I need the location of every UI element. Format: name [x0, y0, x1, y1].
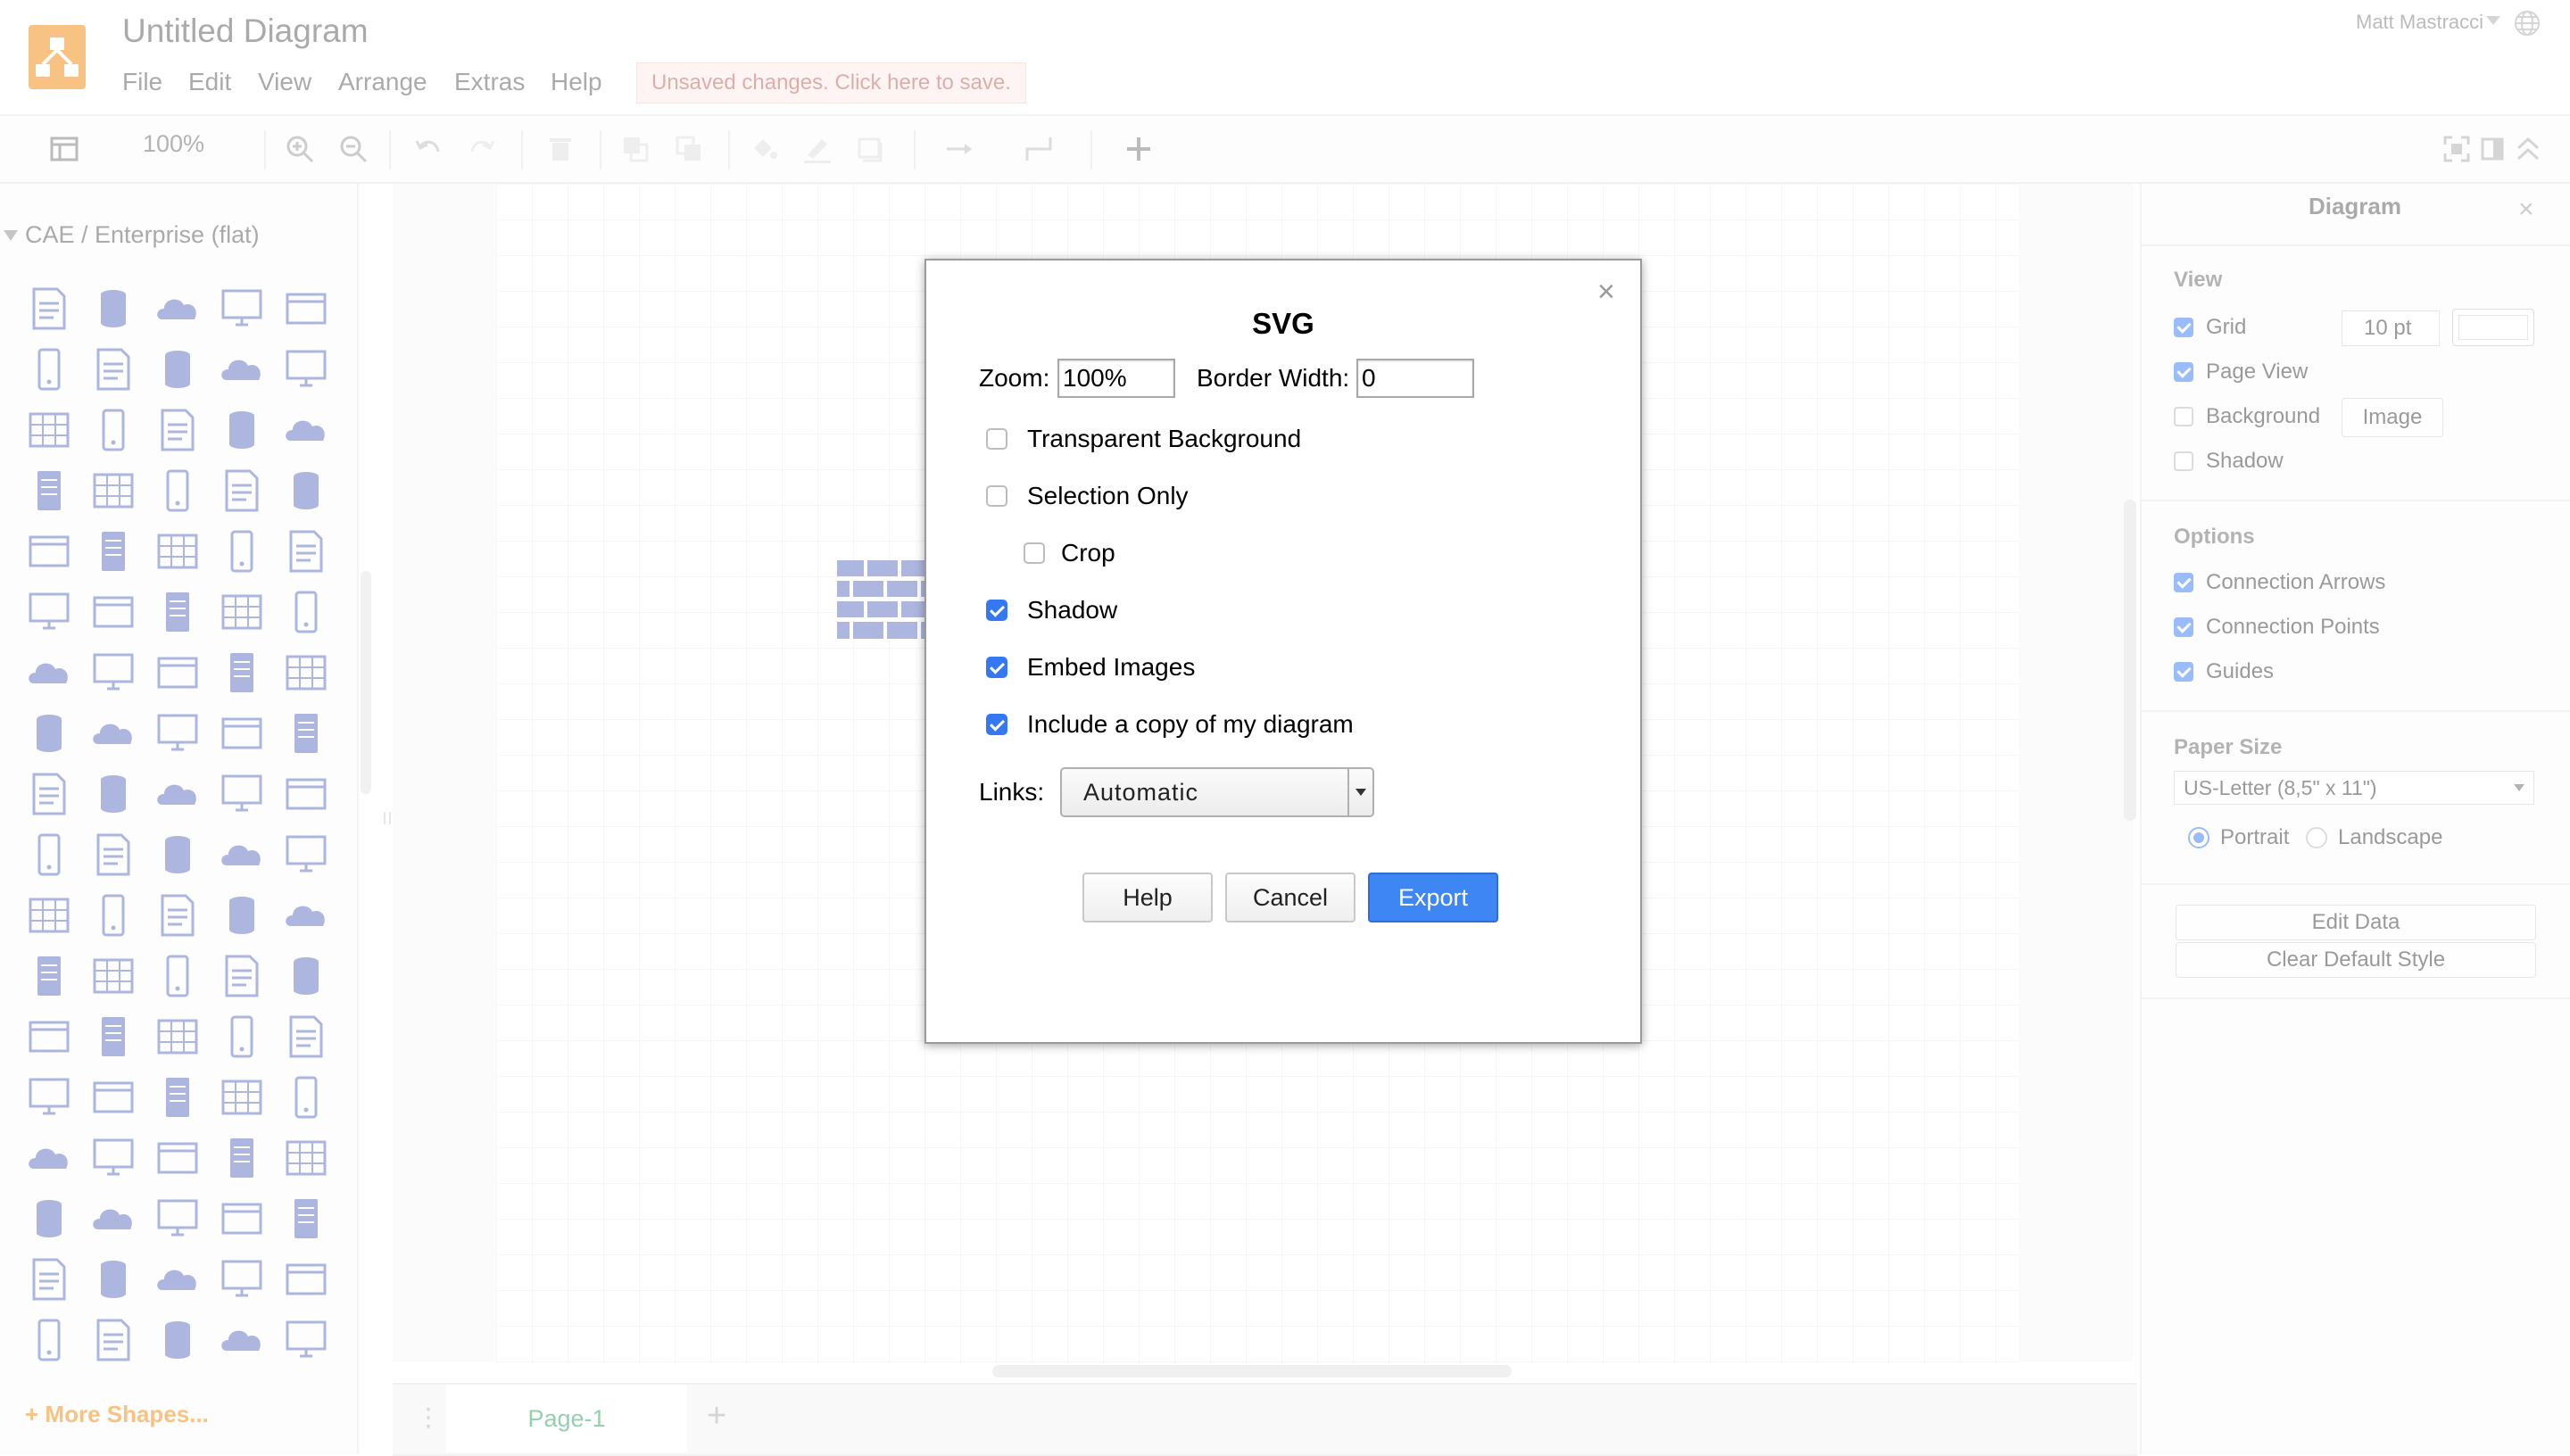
embed-images-label: Embed Images — [1027, 653, 1196, 681]
links-dropdown-chevron-icon — [1347, 769, 1372, 815]
transparent-background-checkbox[interactable] — [986, 428, 1007, 450]
links-selected-value: Automatic — [1083, 778, 1199, 806]
border-width-label: Border Width: — [1197, 364, 1350, 392]
crop-option[interactable]: Crop — [1024, 537, 1115, 569]
shadow-export-checkbox[interactable] — [986, 600, 1007, 621]
zoom-label: Zoom: — [979, 364, 1050, 392]
selection-only-label: Selection Only — [1027, 482, 1189, 509]
zoom-input[interactable] — [1057, 359, 1175, 398]
embed-images-checkbox[interactable] — [986, 657, 1007, 678]
crop-checkbox[interactable] — [1024, 542, 1045, 564]
selection-only-option[interactable]: Selection Only — [986, 480, 1189, 512]
embed-images-option[interactable]: Embed Images — [986, 651, 1195, 683]
cancel-button[interactable]: Cancel — [1225, 873, 1355, 922]
shadow-export-option[interactable]: Shadow — [986, 594, 1117, 626]
shadow-export-label: Shadow — [1027, 596, 1118, 624]
include-copy-checkbox[interactable] — [986, 714, 1007, 735]
close-icon[interactable]: × — [1597, 277, 1615, 307]
crop-label: Crop — [1061, 539, 1115, 567]
include-copy-option[interactable]: Include a copy of my diagram — [986, 708, 1354, 740]
include-copy-label: Include a copy of my diagram — [1027, 710, 1354, 738]
links-select[interactable]: Automatic — [1060, 767, 1374, 817]
transparent-background-label: Transparent Background — [1027, 425, 1302, 452]
help-button[interactable]: Help — [1082, 873, 1213, 922]
transparent-background-option[interactable]: Transparent Background — [986, 423, 1301, 455]
links-label: Links: — [979, 778, 1045, 806]
selection-only-checkbox[interactable] — [986, 485, 1007, 507]
dialog-title: SVG — [1252, 307, 1314, 340]
border-width-input[interactable] — [1356, 359, 1474, 398]
export-button[interactable]: Export — [1368, 873, 1498, 922]
